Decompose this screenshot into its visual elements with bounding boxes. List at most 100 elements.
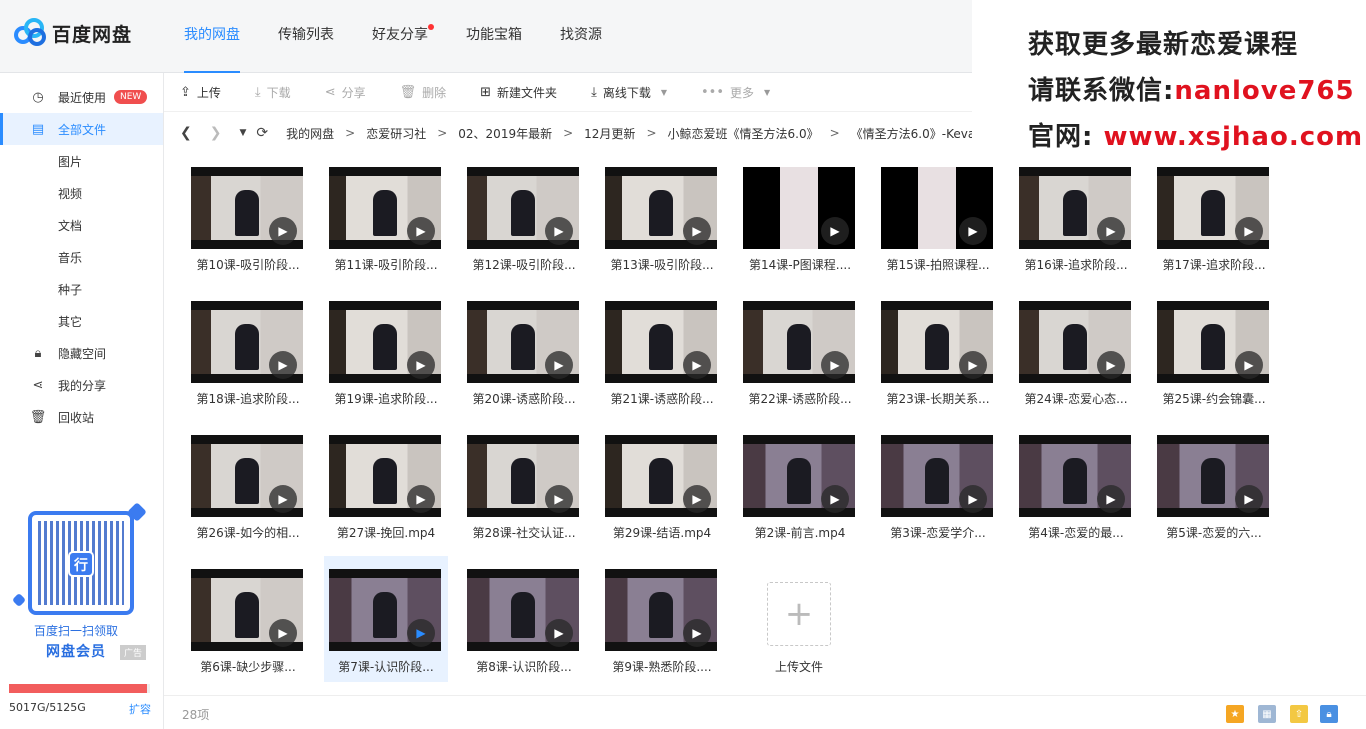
security-lock-icon[interactable]: 🔒︎ bbox=[1320, 705, 1338, 723]
file-tile[interactable]: ▶ 第4课-恋爱的最... bbox=[1014, 422, 1138, 548]
breadcrumb-item[interactable]: 12月更新 bbox=[584, 125, 635, 142]
play-icon[interactable]: ▶ bbox=[683, 485, 711, 513]
upload-bin-icon[interactable]: ⇧ bbox=[1290, 705, 1308, 723]
play-icon[interactable]: ▶ bbox=[269, 485, 297, 513]
offline-download-button[interactable]: ⤓ 离线下载 ▼ bbox=[591, 84, 667, 101]
file-tile[interactable]: ▶ 第23课-长期关系... bbox=[876, 288, 1000, 414]
play-icon[interactable]: ▶ bbox=[821, 485, 849, 513]
play-icon[interactable]: ▶ bbox=[959, 351, 987, 379]
play-icon[interactable]: ▶ bbox=[545, 619, 573, 647]
play-icon[interactable]: ▶ bbox=[407, 485, 435, 513]
sidebar-item-other[interactable]: 其它 bbox=[0, 305, 163, 337]
sidebar-item-recent[interactable]: ◷ 最近使用 NEW bbox=[0, 81, 163, 113]
sidebar-item-label: 隐藏空间 bbox=[58, 346, 107, 361]
nav-tab-my-netdisk[interactable]: 我的网盘 bbox=[170, 0, 254, 73]
sidebar-item-images[interactable]: 图片 bbox=[0, 145, 163, 177]
share-button[interactable]: ⋖ 分享 bbox=[325, 84, 366, 101]
play-icon[interactable]: ▶ bbox=[1235, 217, 1263, 245]
file-tile[interactable]: ▶ 第8课-认识阶段... bbox=[462, 556, 586, 682]
breadcrumb-item[interactable]: 恋爱研习社 bbox=[366, 125, 426, 142]
more-button[interactable]: ••• 更多 ▼ bbox=[701, 84, 770, 101]
file-tile[interactable]: ▶ 第29课-结语.mp4 bbox=[600, 422, 724, 548]
file-tile[interactable]: ▶ 第19课-追求阶段... bbox=[324, 288, 448, 414]
file-tile[interactable]: ▶ 第11课-吸引阶段... bbox=[324, 154, 448, 280]
file-tile[interactable]: ▶ 第16课-追求阶段... bbox=[1014, 154, 1138, 280]
play-icon[interactable]: ▶ bbox=[407, 351, 435, 379]
file-tile[interactable]: ▶ 第20课-诱惑阶段... bbox=[462, 288, 586, 414]
play-icon[interactable]: ▶ bbox=[269, 217, 297, 245]
play-icon[interactable]: ▶ bbox=[821, 351, 849, 379]
sidebar-item-torrents[interactable]: 种子 bbox=[0, 273, 163, 305]
play-icon[interactable]: ▶ bbox=[269, 619, 297, 647]
play-icon[interactable]: ▶ bbox=[1097, 217, 1125, 245]
file-tile[interactable]: ▶ 第17课-追求阶段... bbox=[1152, 154, 1276, 280]
file-name: 第15课-拍照课程... bbox=[886, 258, 990, 272]
file-tile[interactable]: ▶ 第14课-P图课程.... bbox=[738, 154, 862, 280]
sidebar-item-label: 最近使用 bbox=[58, 90, 107, 105]
history-dropdown-icon[interactable]: ▼ bbox=[239, 128, 246, 138]
play-icon[interactable]: ▶ bbox=[1235, 485, 1263, 513]
file-tile[interactable]: ▶ 第25课-约会锦囊... bbox=[1152, 288, 1276, 414]
file-tile[interactable]: ▶ 第2课-前言.mp4 bbox=[738, 422, 862, 548]
play-icon[interactable]: ▶ bbox=[545, 217, 573, 245]
play-icon[interactable]: ▶ bbox=[1235, 351, 1263, 379]
play-icon[interactable]: ▶ bbox=[683, 351, 711, 379]
sidebar-item-documents[interactable]: 文档 bbox=[0, 209, 163, 241]
file-tile[interactable]: ▶ 第6课-缺少步骤... bbox=[186, 556, 310, 682]
sidebar-item-my-shares[interactable]: ⋖ 我的分享 bbox=[0, 369, 163, 401]
play-icon[interactable]: ▶ bbox=[959, 485, 987, 513]
file-tile[interactable]: ▶ 第21课-诱惑阶段... bbox=[600, 288, 724, 414]
play-icon[interactable]: ▶ bbox=[1097, 351, 1125, 379]
vip-qr-ad[interactable]: 行 百度扫一扫领取 网盘会员 广告 bbox=[11, 502, 152, 663]
sidebar-item-all-files[interactable]: ▤ 全部文件 bbox=[0, 113, 163, 145]
play-icon[interactable]: ▶ bbox=[683, 619, 711, 647]
play-icon[interactable]: ▶ bbox=[1097, 485, 1125, 513]
back-arrow-icon[interactable]: ❮ bbox=[180, 125, 192, 141]
sidebar-item-hidden-space[interactable]: 🔒︎ 隐藏空间 bbox=[0, 337, 163, 369]
play-icon[interactable]: ▶ bbox=[269, 351, 297, 379]
sidebar-item-music[interactable]: 音乐 bbox=[0, 241, 163, 273]
file-tile[interactable]: ▶ 第10课-吸引阶段... bbox=[186, 154, 310, 280]
file-tile[interactable]: ▶ 第7课-认识阶段... bbox=[324, 556, 448, 682]
nav-tab-find-resources[interactable]: 找资源 bbox=[546, 0, 616, 73]
file-tile[interactable]: ▶ 第9课-熟悉阶段.... bbox=[600, 556, 724, 682]
file-tile[interactable]: ▶ 第3课-恋爱学介... bbox=[876, 422, 1000, 548]
breadcrumb-item[interactable]: 我的网盘 bbox=[286, 125, 334, 142]
download-button[interactable]: ⤓ 下载 bbox=[255, 84, 291, 101]
sidebar-item-recycle-bin[interactable]: 🗑︎ 回收站 bbox=[0, 401, 163, 433]
play-icon[interactable]: ▶ bbox=[407, 619, 435, 647]
file-tile[interactable]: ▶ 第28课-社交认证... bbox=[462, 422, 586, 548]
refresh-icon[interactable]: ⟳ bbox=[256, 125, 268, 141]
breadcrumb-item[interactable]: 小鲸恋爱班《情圣方法6.0》 bbox=[668, 125, 819, 142]
apps-grid-icon[interactable]: ▦ bbox=[1258, 705, 1276, 723]
play-icon[interactable]: ▶ bbox=[683, 217, 711, 245]
file-tile[interactable]: ▶ 第27课-挽回.mp4 bbox=[324, 422, 448, 548]
nav-tab-toolbox[interactable]: 功能宝箱 bbox=[452, 0, 536, 73]
upload-file-tile[interactable]: + bbox=[767, 582, 831, 646]
file-tile[interactable]: ▶ 第22课-诱惑阶段... bbox=[738, 288, 862, 414]
file-tile[interactable]: ▶ 第5课-恋爱的六... bbox=[1152, 422, 1276, 548]
new-folder-button[interactable]: ⊞ 新建文件夹 bbox=[480, 84, 557, 101]
play-icon[interactable]: ▶ bbox=[959, 217, 987, 245]
baidu-netdisk-logo[interactable]: 百度网盘 bbox=[14, 18, 132, 48]
play-icon[interactable]: ▶ bbox=[407, 217, 435, 245]
file-tile[interactable]: ▶ 第15课-拍照课程... bbox=[876, 154, 1000, 280]
file-tile[interactable]: ▶ 第18课-追求阶段... bbox=[186, 288, 310, 414]
upload-button[interactable]: ⇪ 上传 bbox=[180, 84, 221, 101]
nav-tab-friend-share[interactable]: 好友分享 bbox=[358, 0, 442, 73]
play-icon[interactable]: ▶ bbox=[821, 217, 849, 245]
file-tile[interactable]: ▶ 第13课-吸引阶段... bbox=[600, 154, 724, 280]
file-tile[interactable]: ▶ 第24课-恋爱心态... bbox=[1014, 288, 1138, 414]
nav-tab-transfer-list[interactable]: 传输列表 bbox=[264, 0, 348, 73]
file-tile[interactable]: ▶ 第26课-如今的相... bbox=[186, 422, 310, 548]
expand-storage-link[interactable]: 扩容 bbox=[129, 701, 151, 717]
new-badge: NEW bbox=[114, 90, 148, 104]
play-icon[interactable]: ▶ bbox=[545, 485, 573, 513]
rewards-icon[interactable]: ★ bbox=[1226, 705, 1244, 723]
delete-button[interactable]: 🗑︎ 删除 bbox=[400, 84, 447, 101]
forward-arrow-icon[interactable]: ❯ bbox=[210, 125, 222, 141]
breadcrumb-item[interactable]: 02、2019年最新 bbox=[458, 125, 552, 142]
play-icon[interactable]: ▶ bbox=[545, 351, 573, 379]
file-tile[interactable]: ▶ 第12课-吸引阶段... bbox=[462, 154, 586, 280]
sidebar-item-videos[interactable]: 视频 bbox=[0, 177, 163, 209]
